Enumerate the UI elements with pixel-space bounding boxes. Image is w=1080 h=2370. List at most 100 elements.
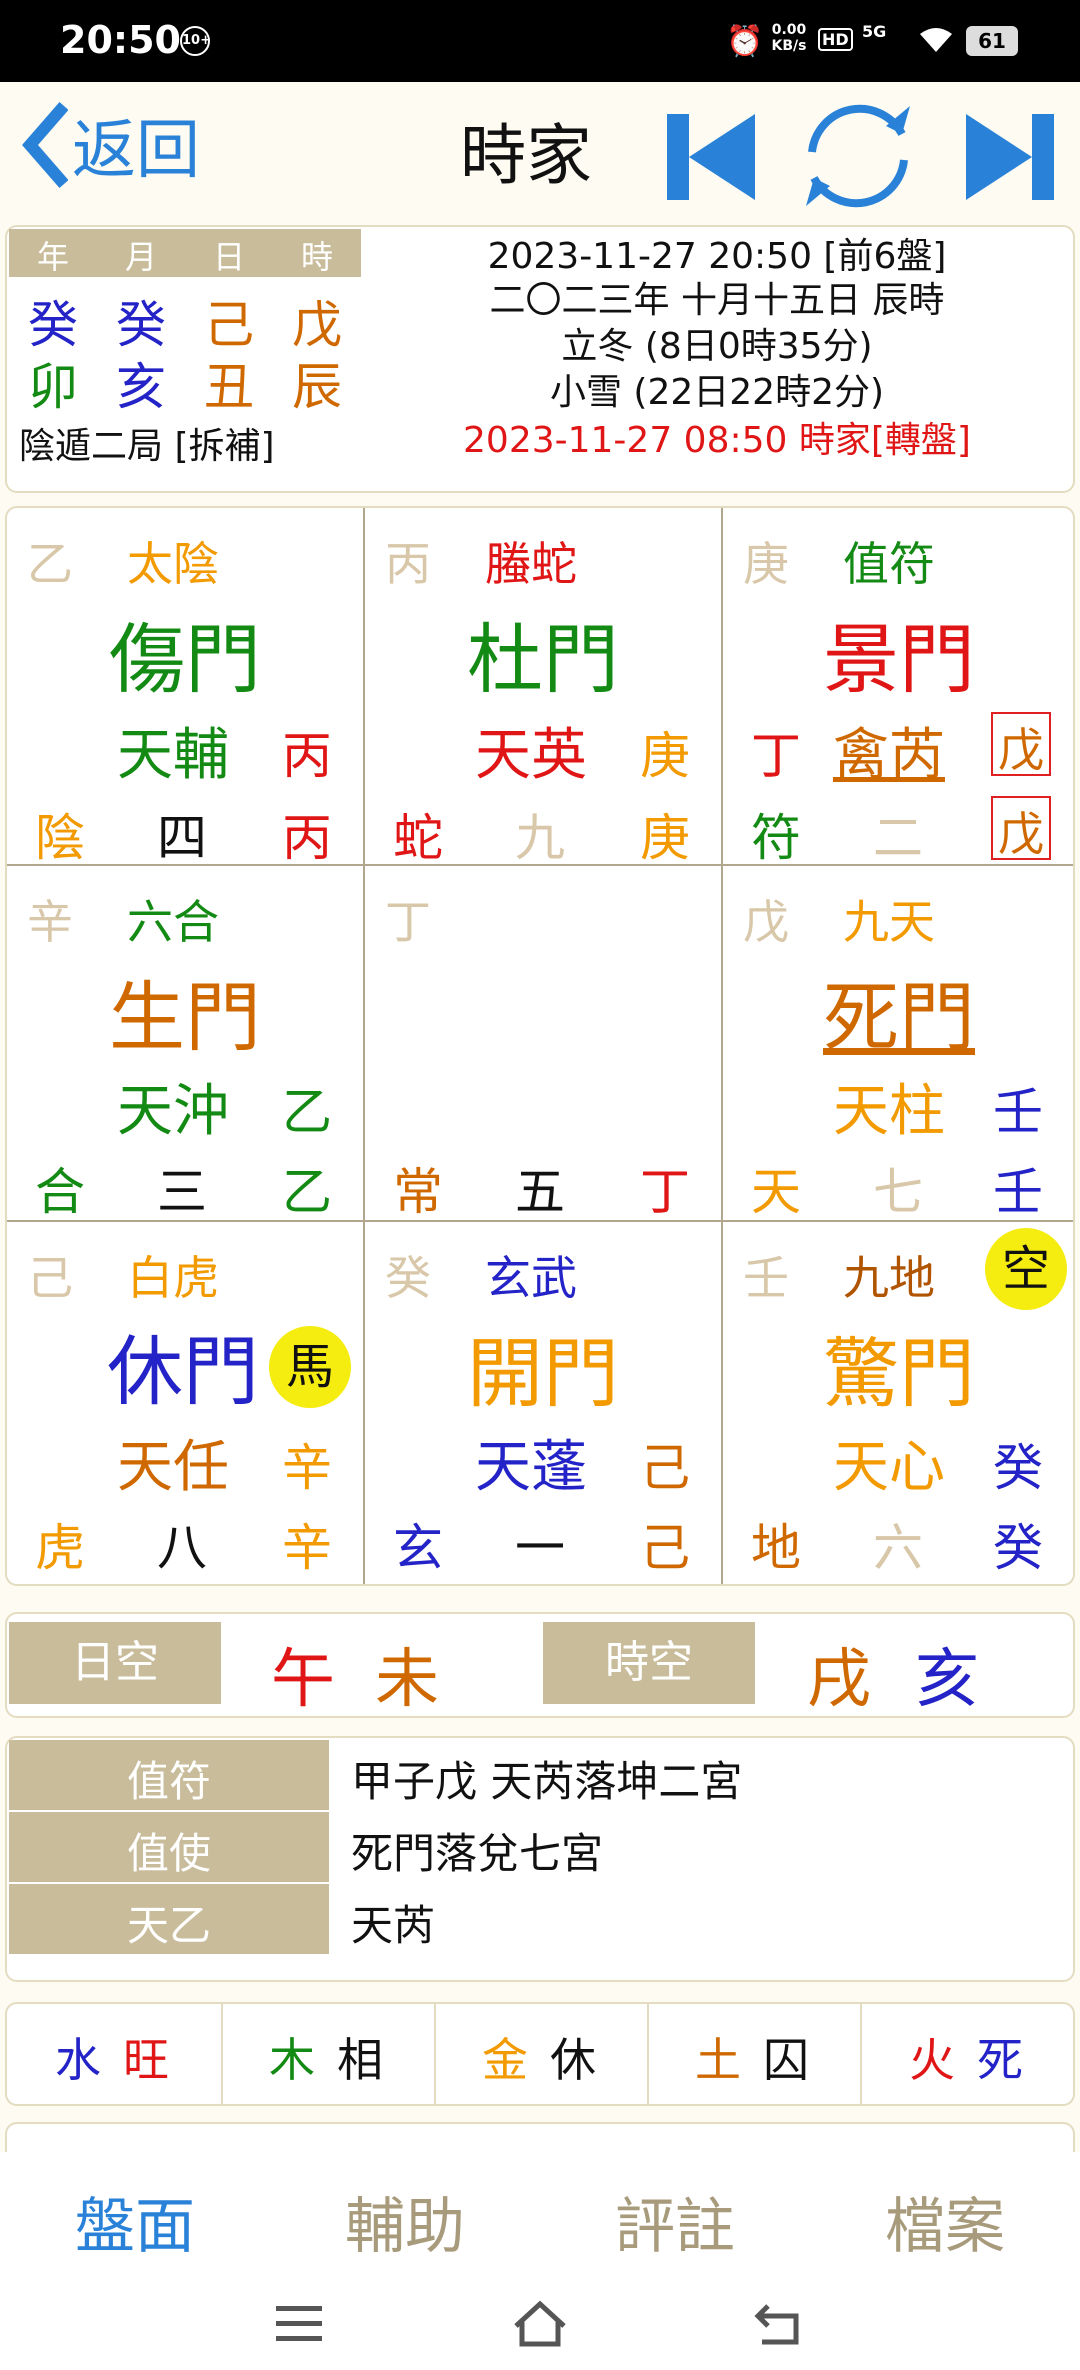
star-stem: 己 [640, 1439, 690, 1497]
palace-number: 五 [515, 1163, 565, 1221]
battery-icon: 61 [966, 26, 1018, 56]
palace-number: 八 [157, 1519, 207, 1577]
earth-stem: 壬 [993, 1163, 1043, 1221]
tab-auxiliary[interactable]: 輔助 [270, 2178, 540, 2265]
heaven-stem: 丁 [385, 895, 431, 949]
element-earth: 土 [695, 2033, 741, 2087]
deity: 九天 [843, 895, 935, 949]
star: 天英 [475, 723, 587, 788]
info-value-tianyi: 天芮 [351, 1901, 436, 1950]
god-abbrev: 玄 [393, 1519, 443, 1577]
horse-badge: 馬 [269, 1326, 351, 1408]
door: 景門 [823, 615, 975, 704]
hd-icon: HD [818, 28, 853, 51]
deity: 白虎 [127, 1251, 219, 1305]
day-branch: 丑 [204, 358, 254, 416]
star-stem: 庚 [640, 727, 690, 785]
palace-number: 六 [873, 1519, 923, 1577]
heaven-stem: 庚 [743, 537, 789, 591]
star: 天柱 [833, 1079, 945, 1144]
earth-stem: 庚 [640, 809, 690, 867]
deity: 螣蛇 [485, 537, 577, 591]
god-abbrev: 合 [35, 1163, 85, 1221]
star-stem: 壬 [993, 1083, 1043, 1141]
linked-chart-link[interactable]: 2023-11-27 08:50 時家[轉盤] [367, 411, 1067, 463]
palace-2[interactable]: 丙 螣蛇 杜門 天英 庚 蛇 九 庚 [365, 508, 721, 867]
back-label: 返回 [72, 114, 200, 188]
palace-number: 一 [515, 1519, 565, 1577]
void-panel: 日空 午 未 時空 戌 亥 [5, 1612, 1075, 1718]
door: 傷門 [109, 615, 261, 704]
star-stem: 辛 [282, 1439, 332, 1497]
star-stem: 乙 [282, 1083, 332, 1141]
home-icon[interactable] [512, 2300, 568, 2348]
chart-header-panel: 年 月 日 時 癸 癸 己 戊 卯 亥 丑 辰 陰遁二局 [拆補] 2023-1… [5, 225, 1075, 493]
chevron-left-icon [22, 102, 68, 188]
earth-stem-boxed: 戊 [991, 796, 1051, 861]
palace-number: 九 [515, 809, 565, 867]
star-stem-boxed: 戊 [991, 712, 1051, 777]
palace-9[interactable]: 壬 九地 空 驚門 天心 癸 地 六 癸 [723, 1222, 1075, 1584]
refresh-button[interactable] [790, 96, 926, 216]
status-bar: 20:50 10+ ⏰ 0.00 KB/s HD 5G 61 [0, 0, 1080, 82]
palace-6[interactable]: 戊 九天 死門 天柱 壬 天 七 壬 [723, 866, 1075, 1221]
palace-number: 三 [157, 1163, 207, 1221]
star-stem: 癸 [993, 1439, 1043, 1497]
status-time: 20:50 [60, 18, 181, 62]
star: 天沖 [117, 1079, 229, 1144]
deity: 九地 [843, 1251, 935, 1305]
tab-comments[interactable]: 評註 [540, 2178, 810, 2265]
god-abbrev: 地 [751, 1519, 801, 1577]
earth-stem: 己 [640, 1519, 690, 1577]
alarm-icon: ⏰ [726, 24, 764, 59]
palace-7[interactable]: 己 白虎 休門 馬 天任 辛 虎 八 辛 [7, 1222, 363, 1584]
palace-3[interactable]: 庚 值符 景門 丁 禽芮 戊 符 二 戊 [723, 508, 1075, 867]
element-water-state: 旺 [123, 2033, 169, 2087]
star-stem: 丙 [282, 727, 332, 785]
door: 死門 [823, 973, 975, 1062]
deity: 值符 [843, 537, 935, 591]
back-nav-icon[interactable] [754, 2302, 804, 2346]
heaven-stem: 戊 [743, 895, 789, 949]
solar-term-2: 小雪 (22日22時2分) [549, 372, 885, 413]
hour-void-2: 亥 [915, 1643, 979, 1717]
heaven-stem: 乙 [27, 537, 73, 591]
palace-number: 四 [157, 809, 207, 867]
pillar-month-label: 月 [124, 238, 157, 276]
solar-term-1: 立冬 (8日0時35分) [561, 326, 873, 367]
earth-stem: 乙 [282, 1163, 332, 1221]
pillar-hour-label: 時 [300, 238, 333, 276]
skip-next-button[interactable] [964, 112, 1056, 202]
bottom-tab-bar: 盤面 輔助 評註 檔案 [0, 2152, 1080, 2282]
palace-1[interactable]: 乙 太陰 傷門 天輔 丙 陰 四 丙 [7, 508, 363, 867]
back-button[interactable]: 返回 [22, 100, 200, 190]
pillar-day-label: 日 [212, 238, 245, 276]
net-speed: 0.00 KB/s [771, 22, 807, 54]
heaven-stem: 丙 [385, 537, 431, 591]
duty-info-panel: 值符 甲子戊 天芮落坤二宮 值使 死門落兌七宮 天乙 天芮 [5, 1736, 1075, 1982]
palace-5[interactable]: 丁 常 五 丁 [365, 866, 721, 1221]
info-value-zhishi: 死門落兌七宮 [351, 1829, 604, 1878]
element-wood: 木 [269, 2033, 315, 2087]
god-abbrev: 蛇 [393, 809, 443, 867]
god-abbrev: 天 [751, 1163, 801, 1221]
element-earth-state: 囚 [763, 2033, 809, 2087]
element-fire: 火 [909, 2033, 955, 2087]
lunar-date-line: 二〇二三年 十月十五日 辰時 [489, 280, 945, 321]
door: 開門 [467, 1329, 619, 1418]
palace-8[interactable]: 癸 玄武 開門 天蓬 己 玄 一 己 [365, 1222, 721, 1584]
info-value-zhifu: 甲子戊 天芮落坤二宮 [351, 1757, 743, 1806]
element-water: 水 [55, 2033, 101, 2087]
info-label-zhifu: 值符 [126, 1757, 211, 1806]
menu-icon[interactable] [276, 2304, 322, 2344]
door: 休門 [107, 1327, 259, 1416]
palace-4[interactable]: 辛 六合 生門 天沖 乙 合 三 乙 [7, 866, 363, 1221]
heaven-stem: 壬 [743, 1251, 789, 1305]
star: 禽芮 [833, 723, 945, 788]
deity: 六合 [127, 895, 219, 949]
day-void-label: 日空 [9, 1622, 221, 1704]
tab-chart[interactable]: 盤面 [0, 2178, 270, 2265]
skip-previous-button[interactable] [665, 112, 757, 202]
tab-files[interactable]: 檔案 [810, 2178, 1080, 2265]
element-wood-state: 相 [337, 2033, 383, 2087]
